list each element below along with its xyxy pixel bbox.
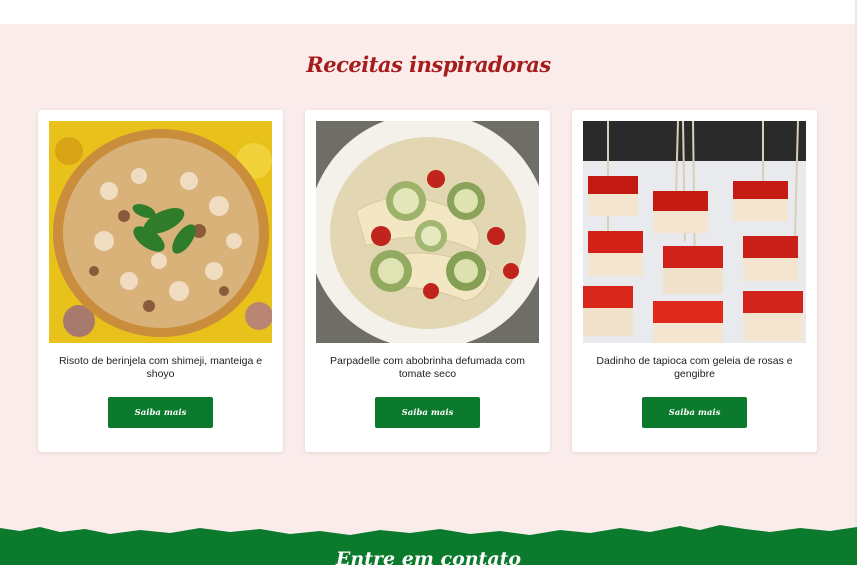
saiba-mais-button[interactable]: Saiba mais — [375, 397, 480, 428]
recipe-card: Parpadelle com abobrinha defumada com to… — [305, 110, 550, 452]
recipe-caption: Risoto de berinjela com shimeji, manteig… — [58, 355, 263, 380]
recipe-caption: Parpadelle com abobrinha defumada com to… — [330, 355, 525, 380]
top-bar — [0, 0, 855, 24]
recipe-card: Dadinho de tapioca com geleia de rosas e… — [572, 110, 817, 452]
saiba-mais-button[interactable]: Saiba mais — [108, 397, 213, 428]
recipe-card: Risoto de berinjela com shimeji, manteig… — [38, 110, 283, 452]
saiba-mais-button[interactable]: Saiba mais — [642, 397, 747, 428]
footer-title: Entre em contato — [335, 548, 522, 565]
recipe-image-pappardelle[interactable] — [316, 121, 539, 343]
recipe-image-tapioca[interactable] — [583, 121, 806, 343]
recipe-caption: Dadinho de tapioca com geleia de rosas e… — [596, 355, 793, 380]
section-title: Receitas inspiradoras — [306, 52, 551, 77]
recipe-image-risotto[interactable] — [49, 121, 272, 343]
contact-footer: Entre em contato — [0, 522, 857, 565]
